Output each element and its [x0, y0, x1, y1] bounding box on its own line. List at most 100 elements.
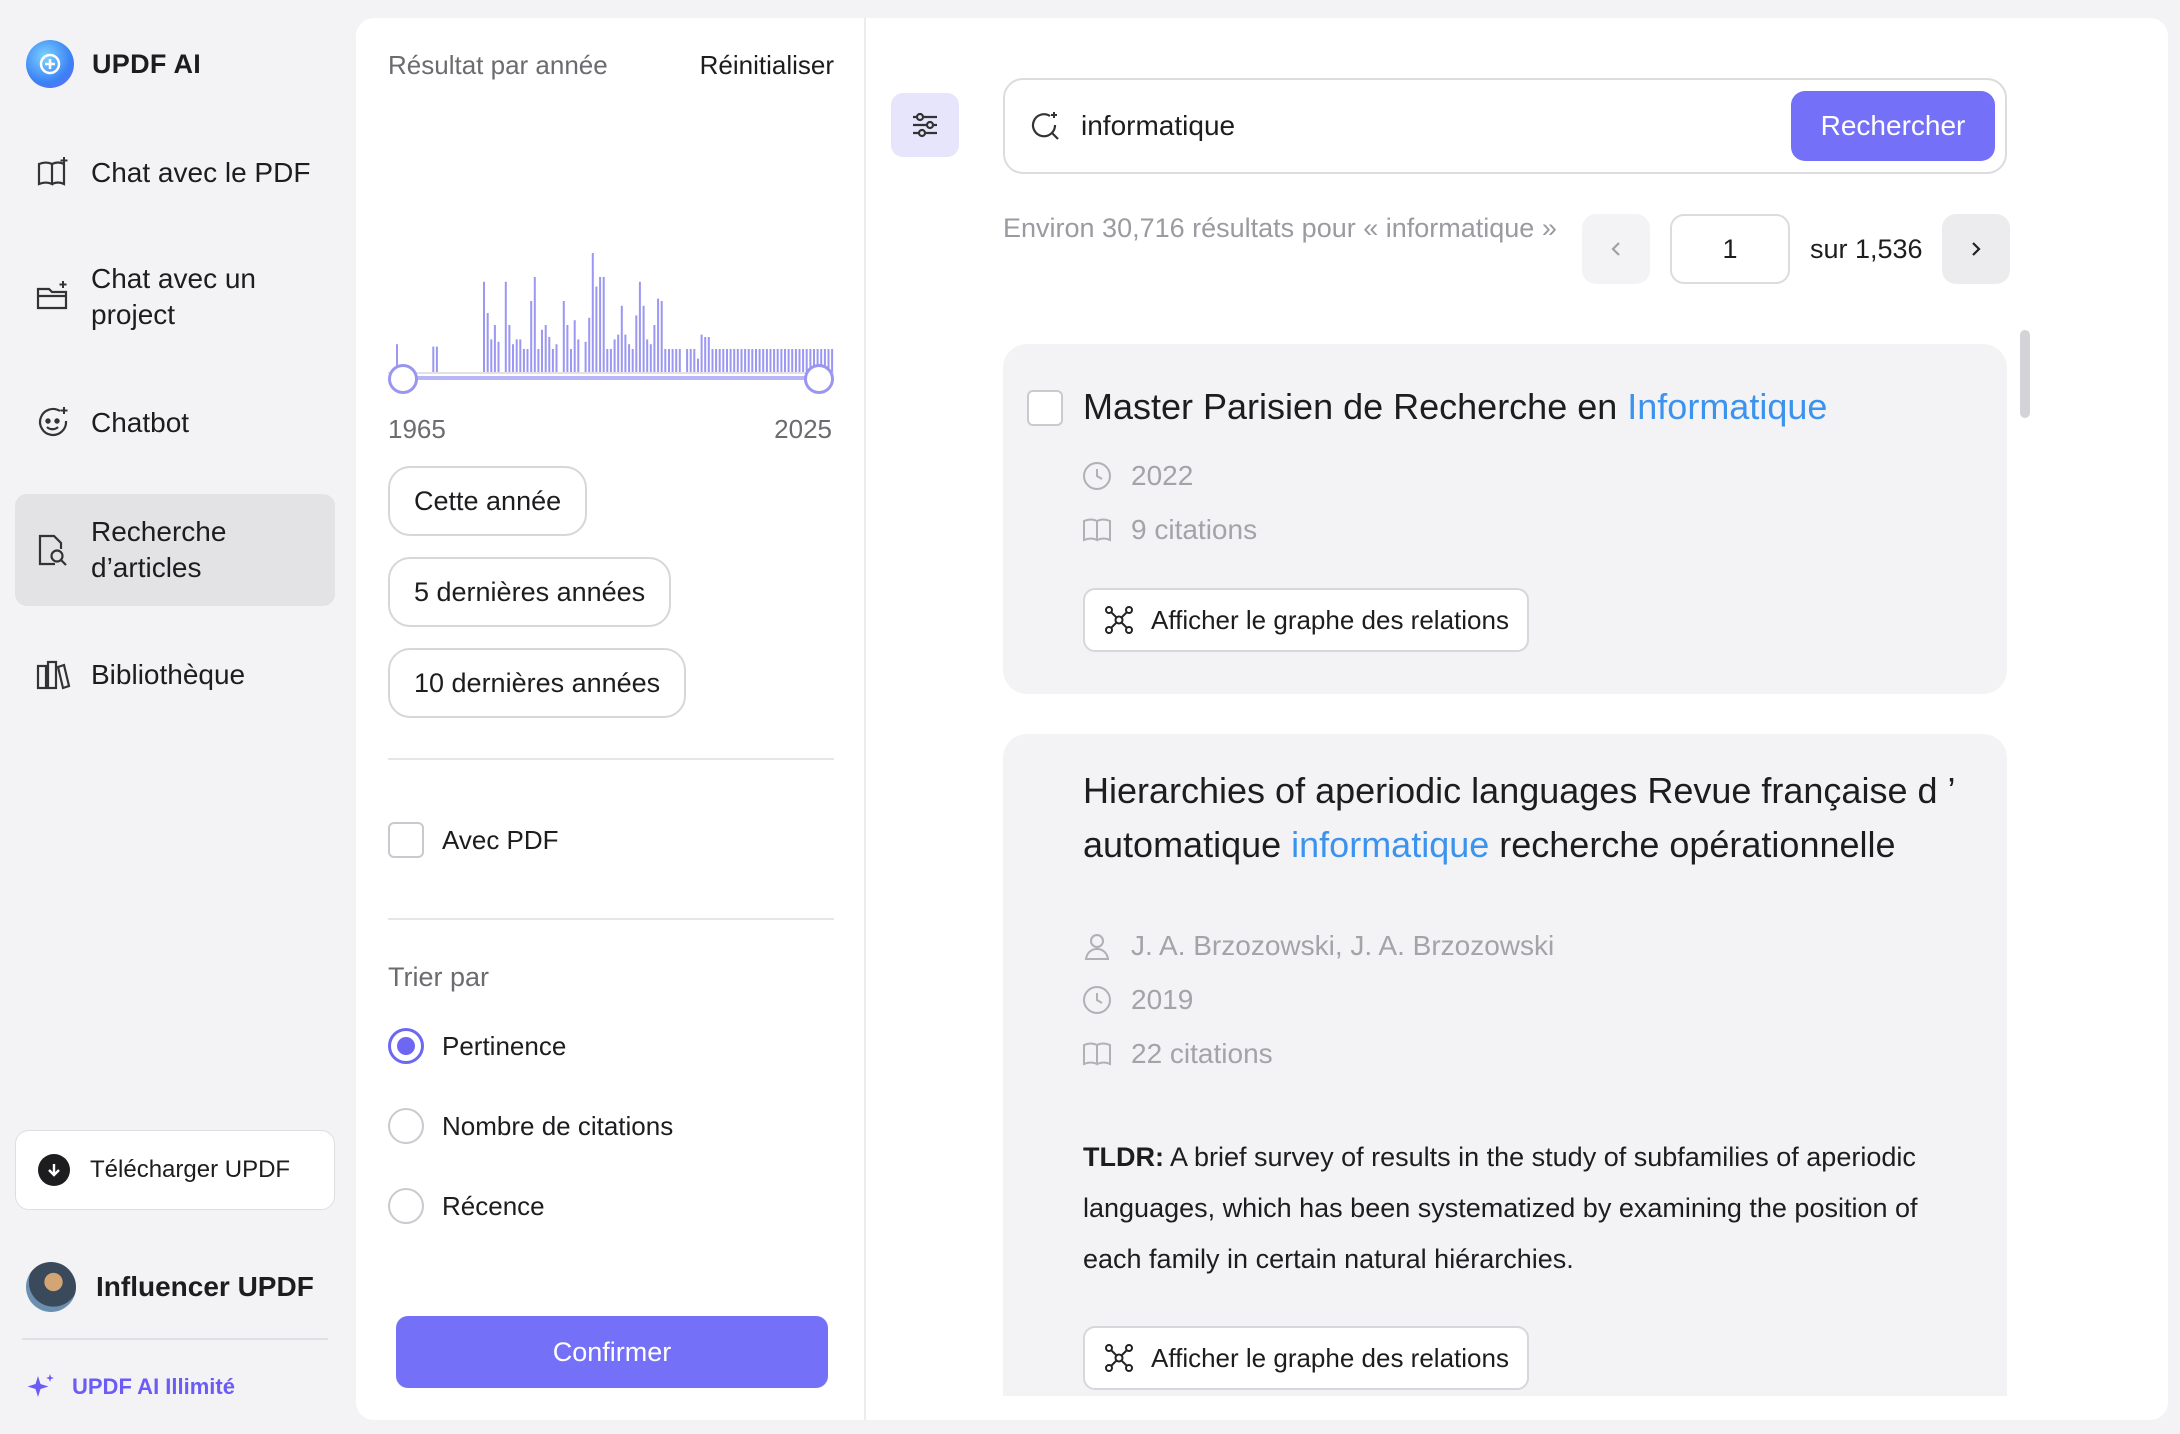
graph-button-label: Afficher le graphe des relations	[1151, 604, 1509, 635]
histogram-bar	[537, 349, 540, 373]
tldr-label: TLDR:	[1083, 1142, 1164, 1172]
histogram-bar	[693, 349, 696, 373]
histogram-bar	[504, 281, 507, 373]
histogram-bar	[700, 334, 703, 373]
result-year: 2022	[1081, 460, 1193, 492]
sort-citations-radio[interactable]: Nombre de citations	[388, 1108, 673, 1144]
histogram-bar	[671, 349, 674, 373]
result-card[interactable]: Master Parisien de Recherche en Informat…	[1003, 344, 2007, 694]
histogram-bar	[599, 277, 602, 373]
histogram-bar	[631, 349, 634, 373]
histogram-bar	[526, 349, 529, 373]
year-text: 2022	[1131, 460, 1194, 491]
histogram-bar	[533, 277, 536, 373]
year-max-label: 2025	[774, 414, 832, 444]
result-citations: 22 citations	[1081, 1038, 1273, 1070]
histogram-bar	[686, 349, 689, 373]
reset-button[interactable]: Réinitialiser	[700, 50, 834, 81]
last-10-years-button[interactable]: 10 dernières années	[388, 648, 687, 718]
bot-face-icon	[38, 407, 68, 437]
histogram-bar	[831, 349, 834, 373]
result-card[interactable]: Hierarchies of aperiodic languages Revue…	[1003, 734, 2007, 1396]
year-filter-title: Résultat par année	[388, 50, 608, 80]
result-title[interactable]: Master Parisien de Recherche en Informat…	[1083, 380, 1963, 434]
prev-page-button[interactable]	[1582, 214, 1650, 284]
year-slider-max-handle[interactable]	[804, 364, 834, 394]
upgrade-label: UPDF AI Illimité	[72, 1374, 235, 1399]
sidebar: UPDF AI Chat avec le PDF Chat avec un pr…	[0, 0, 348, 1434]
divider	[388, 918, 834, 920]
histogram-bar	[765, 349, 768, 373]
histogram-bar	[591, 253, 594, 373]
year-slider-track[interactable]	[402, 376, 820, 380]
filter-header: Résultat par année Réinitialiser	[388, 50, 834, 81]
histogram-bar	[530, 301, 533, 373]
radio-selected[interactable]	[388, 1028, 424, 1064]
histogram-bar	[628, 344, 631, 373]
this-year-button[interactable]: Cette année	[388, 466, 588, 536]
histogram-bar	[613, 339, 616, 373]
chevron-right-icon	[1972, 242, 1981, 256]
next-page-button[interactable]	[1942, 214, 2010, 284]
folder-sparkle-icon	[36, 281, 68, 310]
histogram-bar	[551, 349, 554, 373]
page-input[interactable]: 1	[1670, 214, 1790, 284]
result-title[interactable]: Hierarchies of aperiodic languages Revue…	[1083, 764, 1963, 872]
sidebar-divider	[22, 1338, 328, 1340]
histogram-bar	[794, 349, 797, 373]
sort-recency-radio[interactable]: Récence	[388, 1188, 545, 1224]
histogram-bar	[780, 349, 783, 373]
confirm-button[interactable]: Confirmer	[396, 1316, 828, 1388]
result-select-checkbox[interactable]	[1027, 390, 1063, 426]
sidebar-item-chat-pdf[interactable]: Chat avec le PDF	[15, 140, 335, 206]
histogram-bar	[715, 349, 718, 373]
histogram-bar	[508, 325, 511, 373]
histogram-bar	[744, 349, 747, 373]
radio-unselected[interactable]	[388, 1108, 424, 1144]
search-input[interactable]: informatique	[1081, 110, 1771, 142]
show-relations-graph-button[interactable]: Afficher le graphe des relations	[1083, 1326, 1529, 1390]
histogram-bar	[689, 349, 692, 373]
sidebar-item-library[interactable]: Bibliothèque	[15, 642, 335, 708]
sort-relevance-radio[interactable]: Pertinence	[388, 1028, 566, 1064]
results-list: Master Parisien de Recherche en Informat…	[1003, 326, 2007, 1396]
book-sparkle-icon	[37, 157, 68, 186]
last-5-years-button[interactable]: 5 dernières années	[388, 557, 672, 627]
search-button[interactable]: Rechercher	[1791, 91, 1995, 161]
histogram-bar	[668, 349, 670, 373]
checkbox-box[interactable]	[388, 822, 424, 858]
updf-logo-icon	[26, 40, 74, 88]
sparkle-icon	[27, 1374, 54, 1397]
sidebar-item-label: Chat avec le PDF	[91, 157, 311, 188]
main-panel: Résultat par année Réinitialiser 1965 20…	[356, 18, 2168, 1420]
histogram-bar	[711, 349, 714, 373]
sidebar-item-article-search[interactable]: Recherche d’articles	[15, 494, 335, 606]
sidebar-item-chatbot[interactable]: Chatbot	[15, 390, 335, 456]
search-bar: informatique Rechercher	[1003, 78, 2007, 174]
app-name: UPDF AI	[92, 48, 202, 79]
ai-search-icon	[1031, 112, 1059, 140]
radio-unselected[interactable]	[388, 1188, 424, 1224]
year-slider-min-handle[interactable]	[388, 364, 418, 394]
histogram-bar	[660, 301, 663, 373]
authors-text: J. A. Brzozowski, J. A. Brzozowski	[1131, 930, 1555, 961]
histogram-bar	[740, 349, 743, 373]
results-scrollbar[interactable]	[2020, 330, 2030, 418]
download-updf-button[interactable]: Télécharger UPDF	[15, 1130, 335, 1210]
sidebar-item-chat-project[interactable]: Chat avec un project	[15, 254, 335, 340]
show-relations-graph-button[interactable]: Afficher le graphe des relations	[1083, 588, 1529, 652]
histogram-bar	[562, 301, 565, 373]
histogram-bar	[548, 337, 551, 373]
histogram-bar	[649, 344, 652, 373]
radio-label: Récence	[442, 1190, 545, 1221]
histogram-bar	[497, 341, 500, 373]
app-logo[interactable]: UPDF AI	[26, 40, 201, 88]
result-citations: 9 citations	[1081, 514, 1257, 546]
toggle-filters-button[interactable]	[891, 93, 959, 157]
download-label: Télécharger UPDF	[90, 1156, 291, 1183]
user-profile[interactable]: Influencer UPDF	[26, 1262, 314, 1312]
upgrade-link[interactable]: UPDF AI Illimité	[26, 1372, 235, 1402]
citations-text: 9 citations	[1131, 514, 1258, 545]
with-pdf-checkbox[interactable]: Avec PDF	[388, 822, 559, 858]
histogram-bar	[512, 344, 514, 373]
